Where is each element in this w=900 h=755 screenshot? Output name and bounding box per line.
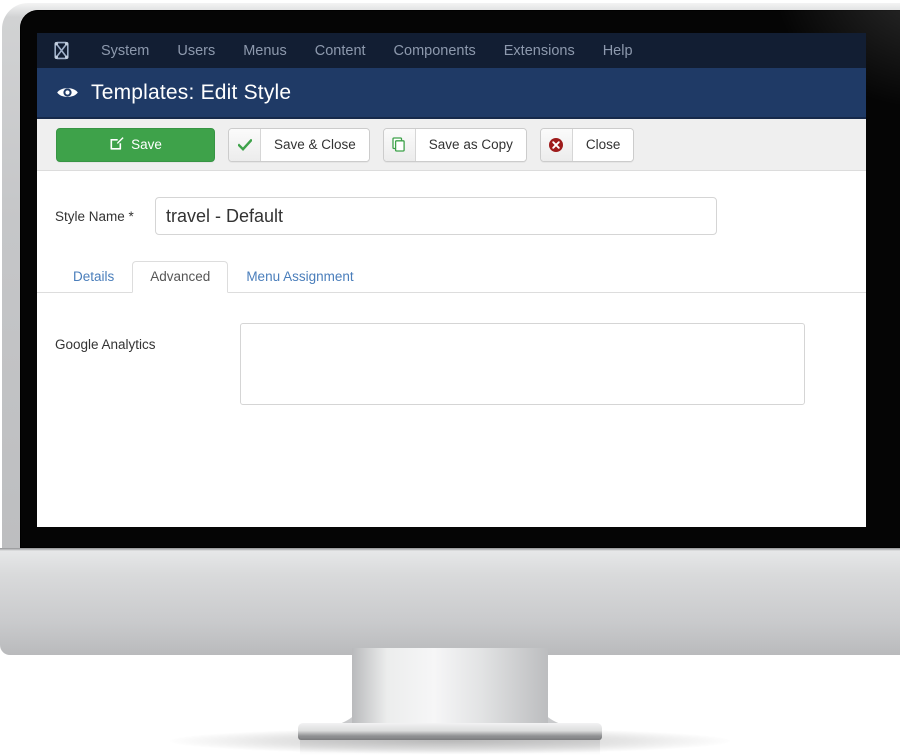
edit-pencil-icon — [109, 136, 124, 154]
copy-icon — [383, 128, 416, 161]
tab-bar: Details Advanced Menu Assignment — [37, 261, 866, 293]
save-as-copy-label: Save as Copy — [415, 128, 526, 161]
close-button[interactable]: Close — [539, 127, 635, 162]
monitor-base-reflection — [300, 737, 600, 755]
tab-menu-assignment[interactable]: Menu Assignment — [228, 261, 371, 293]
topnav-item-content[interactable]: Content — [301, 43, 380, 59]
joomla-logo-icon[interactable] — [51, 40, 71, 62]
topnav-item-components[interactable]: Components — [380, 43, 490, 59]
joomla-admin-page: System Users Menus Content Components Ex… — [37, 33, 866, 527]
topnav-item-system[interactable]: System — [87, 43, 163, 59]
google-analytics-label: Google Analytics — [55, 337, 156, 352]
topnav-item-extensions[interactable]: Extensions — [490, 43, 589, 59]
style-name-label: Style Name * — [55, 208, 134, 224]
style-name-input[interactable] — [155, 197, 717, 235]
monitor-chin — [0, 548, 900, 655]
cancel-circle-icon — [540, 128, 573, 161]
top-navigation-bar: System Users Menus Content Components Ex… — [37, 33, 866, 68]
topnav-item-users[interactable]: Users — [163, 43, 229, 59]
monitor-screen: System Users Menus Content Components Ex… — [20, 10, 900, 548]
tab-advanced[interactable]: Advanced — [132, 261, 229, 293]
topnav-item-help[interactable]: Help — [589, 43, 647, 59]
page-header: Templates: Edit Style — [37, 68, 866, 119]
toolbar: Save Save & Close Save as Copy Close — [37, 119, 866, 171]
monitor-neck — [330, 648, 570, 730]
monitor-mockup: System Users Menus Content Components Ex… — [0, 0, 900, 755]
save-and-close-label: Save & Close — [261, 128, 369, 161]
google-analytics-textarea[interactable] — [240, 323, 805, 405]
google-analytics-row: Google Analytics — [37, 323, 866, 405]
topnav-item-menus[interactable]: Menus — [229, 43, 301, 59]
style-name-row: Style Name * — [37, 197, 866, 235]
content-area: Style Name * Details Advanced Menu Assig… — [37, 171, 866, 527]
save-button-label: Save — [131, 137, 162, 152]
save-button[interactable]: Save — [56, 127, 215, 162]
save-as-copy-button[interactable]: Save as Copy — [382, 127, 527, 162]
tab-details[interactable]: Details — [55, 261, 132, 293]
check-icon — [229, 128, 261, 161]
save-and-close-button[interactable]: Save & Close — [228, 127, 370, 162]
eye-icon — [55, 83, 79, 103]
close-button-label: Close — [572, 128, 634, 161]
monitor-chin-edge — [0, 548, 900, 551]
page-title: Templates: Edit Style — [91, 80, 292, 104]
